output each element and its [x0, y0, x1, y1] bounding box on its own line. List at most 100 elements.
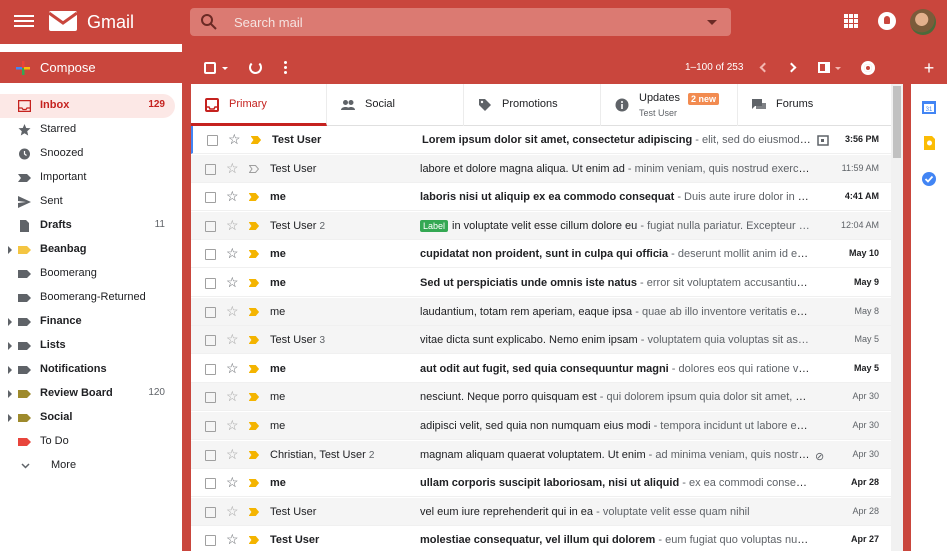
email-row[interactable]: ☆ Test User molestiae consequatur, vel il…: [191, 526, 891, 551]
row-checkbox[interactable]: [205, 335, 216, 347]
sidebar-item-boomerang-returned[interactable]: Boomerang-Returned: [0, 286, 175, 310]
email-row[interactable]: ☆ me aut odit aut fugit, sed quia consequ…: [191, 354, 891, 383]
add-to-calendar-icon[interactable]: [817, 134, 829, 146]
star-icon[interactable]: ☆: [226, 418, 239, 432]
star-icon[interactable]: ☆: [226, 504, 239, 518]
gear-icon[interactable]: [861, 61, 875, 75]
expand-arrow-icon[interactable]: [8, 342, 12, 350]
sidebar-item-boomerang[interactable]: Boomerang: [0, 262, 175, 286]
row-checkbox[interactable]: [205, 278, 216, 289]
apps-grid-icon[interactable]: [844, 14, 858, 28]
avatar[interactable]: [910, 9, 936, 35]
star-icon[interactable]: ☆: [226, 447, 239, 461]
row-checkbox[interactable]: [205, 306, 216, 318]
star-icon[interactable]: ☆: [226, 246, 239, 260]
sidebar-item-sent[interactable]: Sent: [0, 190, 175, 214]
star-icon[interactable]: ☆: [226, 361, 239, 375]
sidebar-item-review-board[interactable]: Review Board 120: [0, 382, 175, 406]
sidebar-item-notifications[interactable]: Notifications: [0, 358, 175, 382]
row-checkbox[interactable]: [205, 363, 216, 375]
email-row[interactable]: ☆ Test User Lorem ipsum dolor sit amet, c…: [191, 126, 891, 154]
important-marker-icon[interactable]: [249, 221, 259, 230]
tab-primary[interactable]: Primary: [191, 84, 327, 126]
chevron-left-icon[interactable]: [759, 62, 770, 73]
important-marker-icon[interactable]: [249, 364, 259, 373]
important-marker-icon[interactable]: [249, 450, 259, 459]
star-icon[interactable]: ☆: [226, 161, 239, 175]
refresh-icon[interactable]: [249, 61, 262, 74]
star-icon[interactable]: ☆: [226, 532, 239, 546]
sidebar-item-drafts[interactable]: Drafts 11: [0, 214, 175, 238]
search-input[interactable]: Search mail: [234, 15, 303, 30]
important-marker-icon[interactable]: [249, 336, 259, 345]
important-marker-icon[interactable]: [251, 136, 261, 144]
important-marker-icon[interactable]: [249, 250, 259, 259]
email-row[interactable]: ☆ me laudantium, totam rem aperiam, eaque…: [191, 297, 891, 326]
select-all-checkbox[interactable]: [204, 62, 216, 74]
sidebar-item-social[interactable]: Social: [0, 406, 175, 430]
row-checkbox[interactable]: [205, 506, 216, 518]
email-row[interactable]: ☆ Test User 2 Label in voluptate velit esse…: [191, 211, 891, 240]
expand-arrow-icon[interactable]: [8, 318, 12, 326]
expand-arrow-icon[interactable]: [8, 414, 12, 422]
row-checkbox[interactable]: [205, 535, 216, 547]
chevron-right-icon[interactable]: [786, 62, 797, 73]
important-marker-icon[interactable]: [249, 479, 259, 488]
search-options-icon[interactable]: [707, 20, 717, 25]
row-checkbox[interactable]: [205, 449, 216, 461]
important-marker-icon[interactable]: [249, 422, 259, 430]
important-marker-icon[interactable]: [249, 307, 259, 316]
row-checkbox[interactable]: [205, 478, 216, 490]
split-pane-dropdown-icon[interactable]: [835, 67, 841, 70]
app-name[interactable]: Gmail: [87, 12, 134, 33]
email-row[interactable]: ☆ Test User labore et dolore magna aliqua…: [191, 154, 891, 183]
scrollbar-thumb[interactable]: [893, 86, 901, 158]
sidebar-item-starred[interactable]: Starred: [0, 118, 175, 142]
email-row[interactable]: ☆ Test User vel eum iure reprehenderit qu…: [191, 497, 891, 526]
star-icon[interactable]: ☆: [226, 304, 239, 318]
gmail-logo-icon[interactable]: [48, 9, 78, 33]
sidebar-item-inbox[interactable]: Inbox 129: [0, 94, 175, 118]
email-row[interactable]: ☆ Test User 3 vitae dicta sunt explicabo. …: [191, 326, 891, 355]
split-pane-icon[interactable]: [818, 62, 830, 73]
row-checkbox[interactable]: [205, 249, 216, 261]
important-marker-icon[interactable]: [249, 279, 259, 287]
row-checkbox[interactable]: [205, 192, 216, 204]
compose-button[interactable]: Compose: [0, 52, 182, 83]
email-row[interactable]: ☆ me nesciunt. Neque porro quisquam est -…: [191, 383, 891, 412]
select-dropdown-icon[interactable]: [222, 67, 228, 70]
important-marker-icon[interactable]: [249, 164, 259, 173]
main-menu-icon[interactable]: [14, 12, 34, 32]
email-row[interactable]: ☆ me ullam corporis suscipit laboriosam, …: [191, 469, 891, 498]
important-marker-icon[interactable]: [249, 393, 259, 402]
sidebar-item-finance[interactable]: Finance: [0, 310, 175, 334]
search-bar[interactable]: Search mail: [190, 8, 731, 36]
star-icon[interactable]: ☆: [226, 389, 239, 403]
row-checkbox[interactable]: [205, 220, 216, 232]
star-icon[interactable]: ☆: [228, 132, 241, 146]
more-options-icon[interactable]: [284, 61, 287, 75]
star-icon[interactable]: ☆: [226, 218, 239, 232]
notifications-icon[interactable]: [878, 12, 896, 30]
star-icon[interactable]: ☆: [226, 189, 239, 203]
row-checkbox[interactable]: [205, 392, 216, 404]
star-icon[interactable]: ☆: [226, 332, 239, 346]
email-row[interactable]: ☆ me adipisci velit, sed quia non numquam…: [191, 412, 891, 440]
tab-promotions[interactable]: Promotions: [464, 84, 601, 126]
important-marker-icon[interactable]: [249, 536, 259, 545]
expand-arrow-icon[interactable]: [8, 246, 12, 254]
keep-icon[interactable]: [922, 136, 936, 150]
star-icon[interactable]: ☆: [226, 475, 239, 489]
sidebar-item-snoozed[interactable]: Snoozed: [0, 142, 175, 166]
expand-arrow-icon[interactable]: [8, 390, 12, 398]
email-row[interactable]: ☆ me Sed ut perspiciatis unde omnis iste …: [191, 269, 891, 297]
add-addon-button[interactable]: +: [911, 52, 947, 84]
tasks-icon[interactable]: [922, 172, 936, 186]
search-icon[interactable]: [200, 13, 218, 31]
expand-arrow-icon[interactable]: [8, 366, 12, 374]
email-row[interactable]: ☆ me laboris nisi ut aliquip ex ea commod…: [191, 183, 891, 212]
scrollbar[interactable]: [891, 84, 903, 551]
tab-social[interactable]: Social: [327, 84, 464, 126]
email-row[interactable]: ☆ me cupidatat non proident, sunt in culp…: [191, 240, 891, 269]
sidebar-item-lists[interactable]: Lists: [0, 334, 175, 358]
